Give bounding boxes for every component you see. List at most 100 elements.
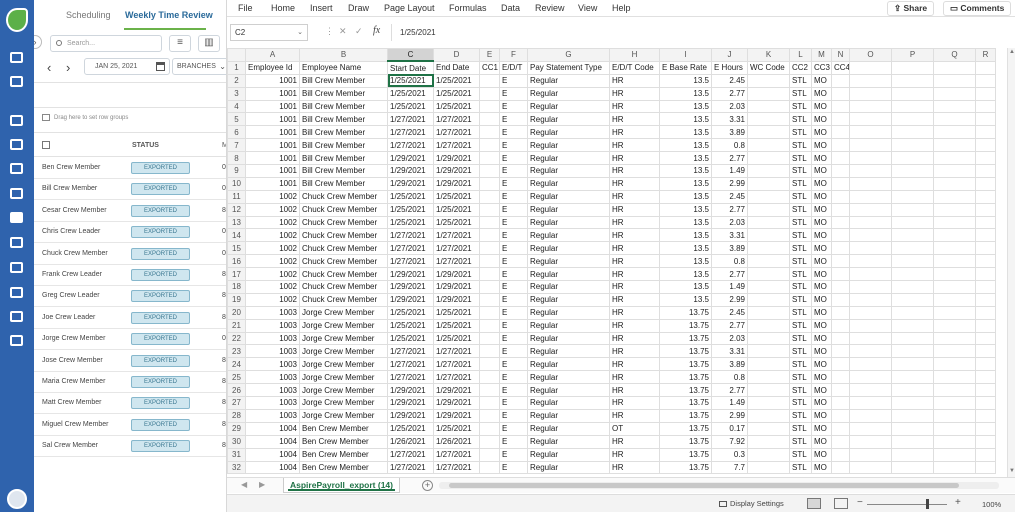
column-header-q[interactable]: Q	[933, 48, 976, 62]
row-header[interactable]: 13	[227, 215, 246, 230]
row-group-drop-zone[interactable]: Drag here to set row groups	[42, 114, 128, 121]
cell[interactable]	[479, 318, 500, 333]
cell[interactable]: 13.5	[659, 228, 712, 243]
cell[interactable]: 1/27/2021	[433, 370, 480, 385]
cell[interactable]: 1/29/2021	[387, 267, 434, 282]
cell[interactable]: Regular	[527, 383, 610, 398]
cell[interactable]: MO	[811, 421, 832, 436]
cell[interactable]: 1/25/2021	[433, 318, 480, 333]
cell[interactable]: 1003	[245, 331, 300, 346]
cell[interactable]	[891, 164, 934, 178]
cell[interactable]: 2.77	[711, 86, 748, 101]
cell[interactable]	[479, 228, 500, 243]
status-badge[interactable]: EXPORTED	[131, 333, 190, 346]
cell[interactable]: 13.5	[659, 292, 712, 307]
cell[interactable]: Regular	[527, 99, 610, 114]
cell[interactable]	[747, 164, 790, 178]
cell[interactable]: 13.5	[659, 164, 712, 178]
cell[interactable]: Bill Crew Member	[299, 125, 388, 140]
cell[interactable]: MO	[811, 99, 832, 114]
cell[interactable]: 1/29/2021	[387, 383, 434, 398]
cell[interactable]: MO	[811, 254, 832, 269]
row-header[interactable]: 32	[227, 460, 246, 475]
column-header-l[interactable]: L	[789, 48, 812, 62]
cell[interactable]	[849, 383, 892, 398]
filter-settings-button[interactable]: ≡	[169, 35, 191, 52]
column-header-k[interactable]: K	[747, 48, 790, 62]
cell[interactable]: HR	[609, 318, 660, 333]
nav-icon-3[interactable]	[10, 139, 23, 150]
employee-row[interactable]: Frank Crew Leader EXPORTED 8	[34, 265, 226, 286]
cell[interactable]	[933, 86, 976, 101]
cell[interactable]	[479, 434, 500, 449]
cell[interactable]: Regular	[527, 357, 610, 372]
cell[interactable]: 13.75	[659, 396, 712, 410]
cell[interactable]	[479, 408, 500, 423]
cell[interactable]: 0.8	[711, 138, 748, 153]
cell[interactable]: 1/27/2021	[433, 241, 480, 256]
cell[interactable]: 2.77	[711, 202, 748, 217]
cell[interactable]	[933, 421, 976, 436]
tab-weekly-time-review[interactable]: Weekly Time Review	[125, 10, 213, 20]
cell[interactable]: 1003	[245, 408, 300, 423]
cell[interactable]: 1/25/2021	[387, 73, 434, 88]
cell[interactable]	[933, 189, 976, 204]
employee-row[interactable]: Sal Crew Member EXPORTED 8	[34, 436, 226, 458]
cell[interactable]	[891, 241, 934, 256]
cell[interactable]: HR	[609, 331, 660, 346]
cell[interactable]: MO	[811, 151, 832, 166]
cell[interactable]	[975, 151, 996, 166]
cell[interactable]: Regular	[527, 408, 610, 423]
cell[interactable]: Regular	[527, 112, 610, 127]
cell[interactable]	[891, 60, 934, 75]
status-badge[interactable]: EXPORTED	[131, 204, 190, 217]
cell[interactable]	[831, 86, 850, 101]
cell[interactable]: STL	[789, 112, 812, 127]
cell[interactable]: 1/27/2021	[387, 370, 434, 385]
cell[interactable]: STL	[789, 86, 812, 101]
row-header[interactable]: 2	[227, 73, 246, 88]
cell[interactable]	[831, 176, 850, 191]
cell[interactable]	[975, 202, 996, 217]
cell[interactable]	[933, 408, 976, 423]
cell[interactable]: STL	[789, 460, 812, 475]
cell[interactable]: Regular	[527, 254, 610, 269]
cell[interactable]: 2.99	[711, 408, 748, 423]
cell[interactable]	[831, 99, 850, 114]
cell[interactable]: 1/25/2021	[387, 331, 434, 346]
tab-scheduling[interactable]: Scheduling	[66, 10, 111, 20]
cell[interactable]: 1/27/2021	[433, 254, 480, 269]
cell[interactable]	[933, 434, 976, 449]
cell[interactable]: MO	[811, 202, 832, 217]
cell[interactable]: 1/25/2021	[433, 86, 480, 101]
cell[interactable]: Jorge Crew Member	[299, 305, 388, 320]
cell[interactable]: 13.5	[659, 125, 712, 140]
cell[interactable]: Chuck Crew Member	[299, 228, 388, 243]
employee-row[interactable]: Miguel Crew Member EXPORTED 8	[34, 415, 226, 436]
cell[interactable]: E	[499, 396, 528, 410]
cell[interactable]	[479, 125, 500, 140]
cell[interactable]	[933, 254, 976, 269]
cell[interactable]	[891, 202, 934, 217]
cell[interactable]	[933, 138, 976, 153]
column-header-h[interactable]: H	[609, 48, 660, 62]
cell[interactable]	[933, 112, 976, 127]
cell[interactable]: MO	[811, 460, 832, 475]
cell[interactable]: 1002	[245, 267, 300, 282]
cell[interactable]: MO	[811, 86, 832, 101]
cell[interactable]: 1/25/2021	[433, 421, 480, 436]
cell[interactable]	[933, 60, 976, 75]
cell[interactable]	[891, 292, 934, 307]
scroll-down-icon[interactable]: ▼	[1009, 468, 1015, 474]
cell[interactable]: 1/29/2021	[387, 292, 434, 307]
display-settings-button[interactable]: Display Settings	[719, 499, 784, 508]
menu-insert[interactable]: Insert	[310, 3, 333, 13]
cell[interactable]: 1001	[245, 176, 300, 191]
cell[interactable]: 2.45	[711, 189, 748, 204]
cell[interactable]: CC3	[811, 60, 832, 75]
status-badge[interactable]: EXPORTED	[131, 418, 190, 431]
cell[interactable]: MO	[811, 228, 832, 243]
cell[interactable]: MO	[811, 396, 832, 410]
cell[interactable]	[975, 434, 996, 449]
select-all-corner[interactable]	[227, 48, 246, 62]
